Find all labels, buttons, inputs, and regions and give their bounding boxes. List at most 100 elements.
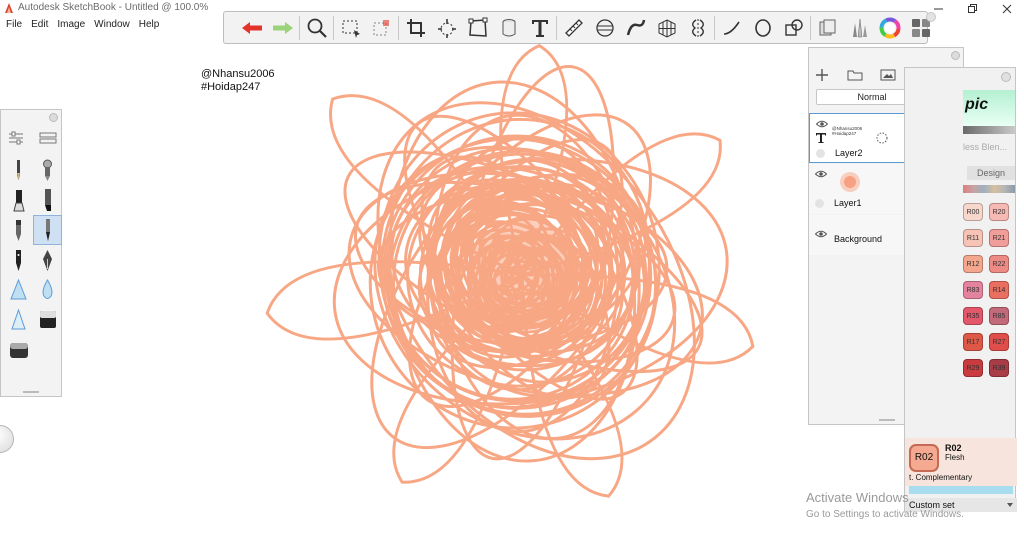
tool-chisel-marker[interactable] — [33, 185, 62, 215]
layer-editor-close-icon[interactable] — [951, 51, 960, 60]
distort-icon — [468, 17, 487, 37]
transform-icon — [437, 18, 456, 38]
redo-button[interactable] — [267, 12, 298, 43]
brush-properties-icon[interactable] — [7, 130, 25, 146]
current-color-swatch[interactable]: R02 — [909, 444, 939, 472]
marker-icon — [13, 190, 25, 212]
close-icon — [1002, 4, 1012, 13]
copic-gradient-bar — [963, 126, 1015, 134]
color-swatch[interactable]: R20 — [989, 203, 1009, 221]
tool-hard-eraser[interactable] — [4, 335, 33, 365]
ruler-button[interactable] — [558, 12, 589, 43]
color-swatch[interactable]: R29 — [963, 359, 983, 377]
tool-airbrush[interactable] — [33, 155, 62, 185]
menu-image[interactable]: Image — [57, 17, 85, 32]
text-button[interactable] — [524, 12, 555, 43]
scribble-core — [467, 220, 577, 330]
current-color-name: Flesh — [945, 453, 965, 462]
shape-icon — [784, 18, 803, 36]
symmetry-icon — [691, 18, 704, 37]
undo-button[interactable] — [236, 12, 267, 43]
complementary-label[interactable]: t. Complementary — [909, 473, 972, 482]
color-swatch[interactable]: R00 — [963, 203, 983, 221]
color-swatch[interactable]: R22 — [989, 255, 1009, 273]
ballpoint-icon — [16, 220, 21, 241]
copic-close-icon[interactable] — [1001, 72, 1011, 82]
close-button[interactable] — [990, 0, 1024, 17]
color-swatch[interactable]: R21 — [989, 229, 1009, 247]
add-image-icon[interactable] — [880, 68, 896, 82]
tool-droplet-brush[interactable] — [33, 275, 62, 305]
color-swatch[interactable]: R11 — [963, 229, 983, 247]
sketchbook-app-icon — [5, 3, 13, 13]
tool-brush-selected[interactable] — [33, 215, 62, 245]
layer-editor-grip[interactable] — [879, 419, 895, 421]
layer-lock-toggle[interactable] — [816, 149, 825, 158]
copic-logo: pic — [963, 90, 1015, 126]
color-swatch[interactable]: R39 — [989, 359, 1009, 377]
brush-library-list-icon[interactable] — [39, 130, 57, 146]
color-swatch[interactable]: R85 — [989, 307, 1009, 325]
scribble-strokes — [265, 43, 755, 498]
select-button[interactable] — [335, 12, 366, 43]
symmetry-button[interactable] — [682, 12, 713, 43]
brush-palette-close-icon[interactable] — [49, 113, 58, 122]
color-swatch[interactable]: R83 — [963, 281, 983, 299]
tool-triangle-brush[interactable] — [4, 275, 33, 305]
copic-library-button[interactable] — [812, 12, 843, 43]
tab-design[interactable]: Design — [967, 166, 1015, 180]
brush-library-button[interactable] — [843, 12, 874, 43]
lagoon-puck-icon[interactable] — [0, 425, 14, 453]
stroke-tool-icon — [723, 21, 740, 35]
sketchbook-window: Autodesk SketchBook - Untitled @ 100.0% … — [0, 0, 1024, 540]
canvas-drawing[interactable] — [230, 30, 830, 540]
triangle-brush-2-icon — [11, 308, 26, 330]
zoom-button[interactable] — [301, 12, 332, 43]
stroke-tool-button[interactable] — [716, 12, 747, 43]
color-wheel-icon — [879, 17, 900, 38]
current-color-card: R02 R02 Flesh t. Complementary — [905, 438, 1017, 486]
menu-help[interactable]: Help — [139, 17, 160, 32]
menu-edit[interactable]: Edit — [31, 17, 48, 32]
add-layer-icon[interactable] — [815, 68, 829, 82]
brush-palette-grip[interactable] — [23, 391, 39, 393]
restore-button[interactable] — [956, 0, 990, 17]
distort-button[interactable] — [462, 12, 493, 43]
layer-lock-toggle[interactable] — [815, 199, 824, 208]
colorless-blender-label[interactable]: less Blen... — [963, 142, 1007, 152]
tool-ballpoint[interactable] — [4, 215, 33, 245]
fill-button[interactable] — [493, 12, 524, 43]
color-swatch[interactable]: R17 — [963, 333, 983, 351]
color-swatch[interactable]: R27 — [989, 333, 1009, 351]
ellipse-tool-button[interactable] — [747, 12, 778, 43]
color-family-strip[interactable] — [963, 185, 1015, 193]
layer-name: Layer1 — [834, 198, 862, 208]
transform-button[interactable] — [431, 12, 462, 43]
menu-file[interactable]: File — [6, 17, 22, 32]
color-swatch[interactable]: R35 — [963, 307, 983, 325]
tool-pencil[interactable] — [4, 155, 33, 185]
canvas-credit-text[interactable]: @Nhansu2006 #Hoidap247 — [201, 68, 275, 94]
color-swatch[interactable]: R12 — [963, 255, 983, 273]
color-swatch[interactable]: R14 — [989, 281, 1009, 299]
eye-icon[interactable] — [816, 120, 828, 128]
layer-name: Background — [834, 234, 883, 244]
eye-icon[interactable] — [815, 230, 827, 238]
add-group-icon[interactable] — [847, 68, 863, 82]
menu-window[interactable]: Window — [94, 17, 130, 32]
ellipse-guide-button[interactable] — [589, 12, 620, 43]
lasso-select-button[interactable] — [366, 12, 397, 43]
eye-icon[interactable] — [815, 170, 827, 178]
tool-marker[interactable] — [4, 185, 33, 215]
shape-tool-button[interactable] — [778, 12, 809, 43]
perspective-button[interactable] — [651, 12, 682, 43]
color-wheel-button[interactable] — [874, 12, 905, 43]
tool-eraser[interactable] — [33, 305, 62, 335]
toolbar-close-icon[interactable] — [926, 12, 936, 22]
crop-button[interactable] — [400, 12, 431, 43]
tool-inking-pen[interactable] — [4, 245, 33, 275]
french-curve-button[interactable] — [620, 12, 651, 43]
airbrush-icon — [43, 159, 52, 181]
tool-triangle-brush-2[interactable] — [4, 305, 33, 335]
tool-fountain-pen[interactable] — [33, 245, 62, 275]
